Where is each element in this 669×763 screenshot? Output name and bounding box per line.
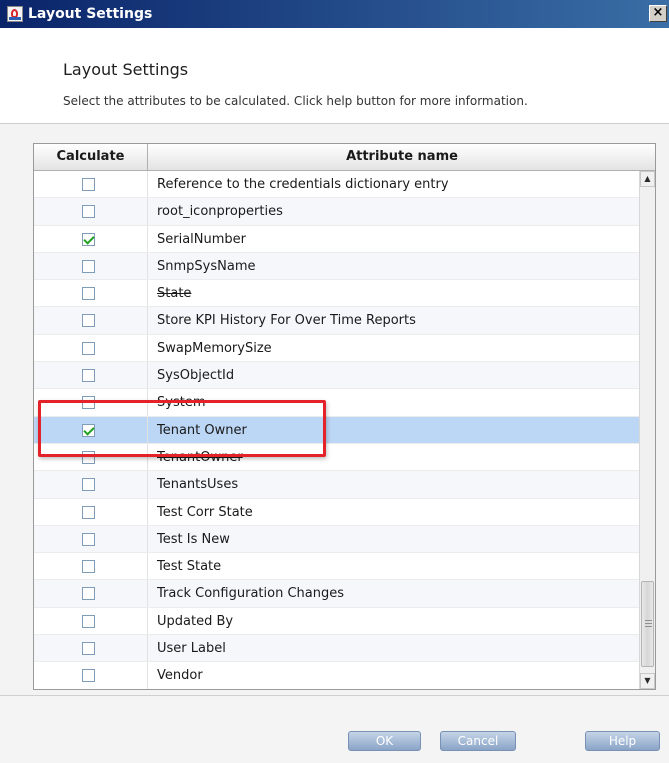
attribute-name-cell: Store KPI History For Over Time Reports xyxy=(157,313,416,329)
dialog-heading: Layout Settings xyxy=(63,60,189,79)
table-row[interactable]: Track Configuration Changes xyxy=(34,580,639,608)
attribute-name-cell: SwapMemorySize xyxy=(157,340,272,356)
calculate-cell xyxy=(34,198,148,225)
calculate-cell xyxy=(34,580,148,607)
attribute-name-cell: State xyxy=(157,286,192,302)
table-row[interactable]: Updated By xyxy=(34,607,639,636)
table-header: Calculate Attribute name xyxy=(34,144,655,171)
calculate-checkbox[interactable] xyxy=(82,614,95,628)
help-button[interactable]: Help xyxy=(585,731,660,751)
table-row[interactable]: root_iconproperties xyxy=(34,198,639,226)
calculate-checkbox[interactable] xyxy=(82,669,95,683)
calculate-cell xyxy=(34,471,148,498)
table-row[interactable]: Test Corr State xyxy=(34,498,639,526)
close-button[interactable]: × xyxy=(649,5,667,22)
calculate-cell xyxy=(34,171,148,198)
calculate-checkbox[interactable] xyxy=(82,532,95,546)
calculate-cell xyxy=(34,334,148,362)
attribute-name-cell: TenantsUses xyxy=(157,477,239,493)
dialog-description: Select the attributes to be calculated. … xyxy=(63,94,528,108)
attribute-name-cell: User Label xyxy=(157,641,226,657)
calculate-checkbox[interactable] xyxy=(82,259,95,273)
calculate-cell xyxy=(34,553,148,580)
calculate-checkbox[interactable] xyxy=(82,178,95,191)
attribute-name-cell: Reference to the credentials dictionary … xyxy=(157,177,449,192)
calculate-checkbox[interactable] xyxy=(82,341,95,355)
annotation-highlight-box xyxy=(38,400,326,457)
calculate-checkbox[interactable] xyxy=(82,205,95,219)
attribute-name-cell: Track Configuration Changes xyxy=(157,586,344,602)
attribute-name-cell: Test State xyxy=(157,559,222,575)
calculate-checkbox[interactable] xyxy=(82,232,95,246)
calculate-cell xyxy=(34,307,148,334)
table-row[interactable]: State xyxy=(34,280,639,308)
calculate-checkbox[interactable] xyxy=(82,478,95,492)
attribute-name-cell: Updated By xyxy=(157,613,234,629)
calculate-cell xyxy=(34,635,148,662)
calculate-checkbox[interactable] xyxy=(82,505,95,519)
calculate-checkbox[interactable] xyxy=(82,369,95,383)
calculate-cell xyxy=(34,525,148,553)
table-row[interactable]: User Label xyxy=(34,635,639,663)
attribute-name-cell: Vendor xyxy=(157,668,203,684)
calculate-checkbox[interactable] xyxy=(82,314,95,328)
scroll-thumb[interactable] xyxy=(641,581,654,667)
app-icon xyxy=(6,5,24,23)
vertical-scrollbar[interactable]: ▲ ▼ xyxy=(639,171,655,689)
table-row[interactable]: Reference to the credentials dictionary … xyxy=(34,171,639,199)
attribute-name-cell: root_iconproperties xyxy=(157,204,283,220)
column-header-attribute-name[interactable]: Attribute name xyxy=(149,144,655,170)
attribute-name-cell: Test Corr State xyxy=(157,504,253,520)
calculate-cell xyxy=(34,607,148,635)
table-row[interactable]: Store KPI History For Over Time Reports xyxy=(34,307,639,335)
column-header-calculate[interactable]: Calculate xyxy=(34,144,148,170)
attribute-name-cell: SerialNumber xyxy=(157,231,247,247)
calculate-cell xyxy=(34,225,148,252)
calculate-cell xyxy=(34,662,148,689)
table-row[interactable]: TenantsUses xyxy=(34,471,639,499)
ok-button[interactable]: OK xyxy=(348,731,421,751)
table-row[interactable]: Vendor xyxy=(34,662,639,689)
table-row[interactable]: SwapMemorySize xyxy=(34,334,639,363)
table-row[interactable]: SnmpSysName xyxy=(34,252,639,281)
cancel-button[interactable]: Cancel xyxy=(440,731,516,751)
attribute-name-cell: Test Is New xyxy=(157,531,230,547)
calculate-checkbox[interactable] xyxy=(82,560,95,574)
dialog-footer: OK Cancel Help xyxy=(0,695,669,763)
calculate-cell xyxy=(34,362,148,389)
dialog-header: Layout Settings Select the attributes to… xyxy=(0,28,669,123)
calculate-checkbox[interactable] xyxy=(82,587,95,601)
scroll-down-arrow-icon[interactable]: ▼ xyxy=(640,673,655,689)
title-bar: Layout Settings × xyxy=(0,0,669,28)
calculate-cell xyxy=(34,280,148,307)
scroll-up-arrow-icon[interactable]: ▲ xyxy=(640,171,655,187)
calculate-cell xyxy=(34,498,148,525)
calculate-cell xyxy=(34,252,148,280)
table-row[interactable]: Test State xyxy=(34,553,639,581)
table-row[interactable]: Test Is New xyxy=(34,525,639,554)
attribute-name-cell: SnmpSysName xyxy=(157,258,256,274)
window-title: Layout Settings xyxy=(28,6,153,22)
calculate-checkbox[interactable] xyxy=(82,642,95,656)
scroll-grip-icon xyxy=(645,620,652,627)
table-row[interactable]: SysObjectId xyxy=(34,362,639,390)
calculate-checkbox[interactable] xyxy=(82,287,95,301)
attribute-name-cell: SysObjectId xyxy=(157,368,235,384)
table-row[interactable]: SerialNumber xyxy=(34,225,639,253)
